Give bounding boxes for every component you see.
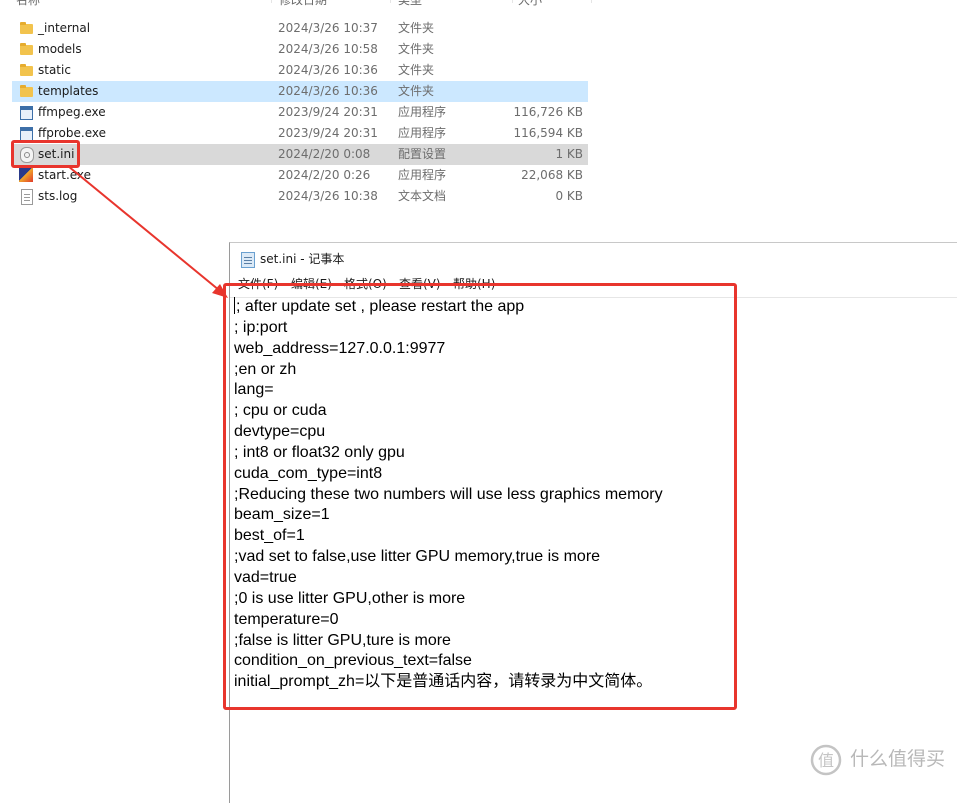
svg-text:值: 值 <box>818 751 834 770</box>
notepad-title-bar[interactable]: set.ini - 记事本 <box>230 243 957 275</box>
window-title: set.ini - 记事本 <box>260 252 345 266</box>
watermark-logo-icon: 值 <box>810 744 842 776</box>
watermark-text: 什么值得买 <box>849 748 945 770</box>
annotation-highlight-config <box>223 283 737 710</box>
notepad-icon <box>241 252 255 268</box>
watermark: 值 什么值得买 <box>810 741 945 777</box>
